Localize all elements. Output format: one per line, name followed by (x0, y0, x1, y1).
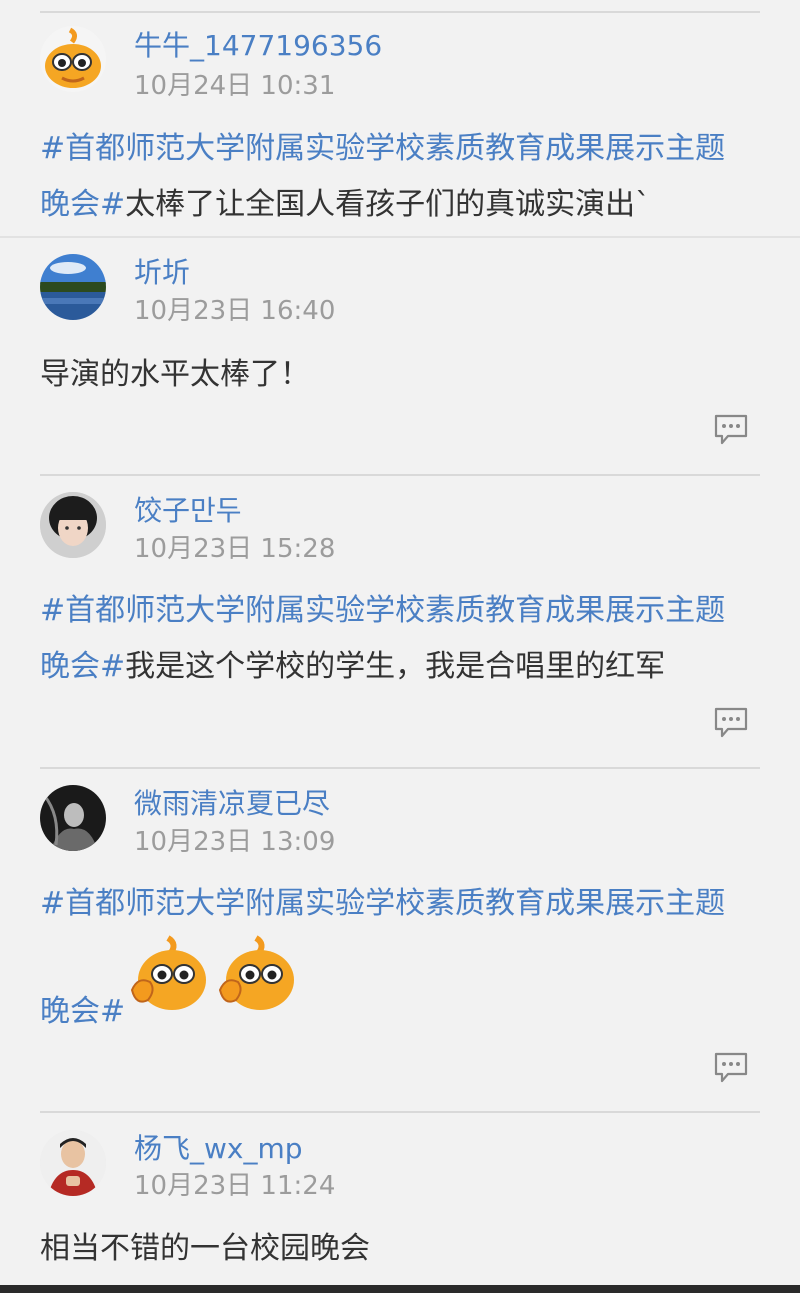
comment-bubble-icon (714, 707, 748, 738)
comment-text: 相当不错的一台校园晚会 (40, 1231, 370, 1266)
comment-text: 我是这个学校的学生，我是合唱里的红军 (125, 649, 666, 684)
emoji-row (128, 934, 308, 1020)
topic-hashtag[interactable]: #首都师范大学附属实验学校素质教育成果展示主题 (40, 131, 725, 166)
username[interactable]: 饺子만두 (134, 494, 242, 528)
username[interactable]: 微雨清凉夏已尽 (134, 787, 330, 821)
comment-bubble-icon (714, 1052, 748, 1083)
divider (40, 1111, 760, 1113)
timestamp: 10月23日 11:24 (134, 1171, 336, 1201)
topic-hashtag[interactable]: #首都师范大学附属实验学校素质教育成果展示主题 (40, 593, 725, 628)
comment-line: 晚会#我是这个学校的学生，我是合唱里的红军 (40, 647, 665, 687)
reply-button[interactable] (714, 414, 748, 446)
orange-mascot-avatar (45, 27, 101, 88)
user-avatar[interactable] (40, 1130, 106, 1196)
user-avatar[interactable] (40, 254, 106, 320)
comment-text: 太棒了让全国人看孩子们的真诚实演出` (125, 187, 651, 222)
username[interactable]: 圻圻 (134, 256, 190, 290)
topic-hashtag[interactable]: #首都师范大学附属实验学校素质教育成果展示主题 (40, 886, 725, 921)
divider (40, 11, 760, 13)
reply-button[interactable] (714, 707, 748, 739)
divider (0, 236, 800, 238)
comment-line: #首都师范大学附属实验学校素质教育成果展示主题 (40, 884, 725, 924)
timestamp: 10月23日 16:40 (134, 296, 336, 326)
comment-bubble-icon (714, 414, 748, 445)
girl-portrait-avatar (40, 492, 106, 558)
timestamp: 10月23日 13:09 (134, 827, 336, 857)
user-avatar[interactable] (40, 492, 106, 558)
boy-portrait-avatar (40, 1130, 106, 1196)
thumbs-up-mascot-emoji (218, 935, 294, 1010)
landscape-photo-avatar (40, 254, 106, 320)
username[interactable]: 牛牛_1477196356 (134, 29, 382, 63)
user-avatar[interactable] (40, 26, 106, 92)
bottom-bar (0, 1285, 800, 1293)
comment-line: 晚会#太棒了让全国人看孩子们的真诚实演出` (40, 185, 650, 225)
thumbs-up-mascot-emoji (130, 935, 206, 1010)
username[interactable]: 杨飞_wx_mp (134, 1132, 303, 1166)
reply-button[interactable] (714, 1052, 748, 1084)
topic-hashtag[interactable]: 晚会# (40, 994, 125, 1029)
divider (40, 474, 760, 476)
divider (40, 767, 760, 769)
timestamp: 10月24日 10:31 (134, 71, 336, 101)
dark-photo-avatar (40, 785, 106, 851)
user-avatar[interactable] (40, 785, 106, 851)
topic-hashtag[interactable]: 晚会# (40, 187, 125, 222)
topic-hashtag[interactable]: 晚会# (40, 649, 125, 684)
comment-text: 导演的水平太棒了！ (40, 357, 310, 392)
timestamp: 10月23日 15:28 (134, 534, 336, 564)
comment-line: #首都师范大学附属实验学校素质教育成果展示主题 (40, 129, 725, 169)
comment-line: 晚会# (40, 992, 125, 1032)
comment-line: #首都师范大学附属实验学校素质教育成果展示主题 (40, 591, 725, 631)
